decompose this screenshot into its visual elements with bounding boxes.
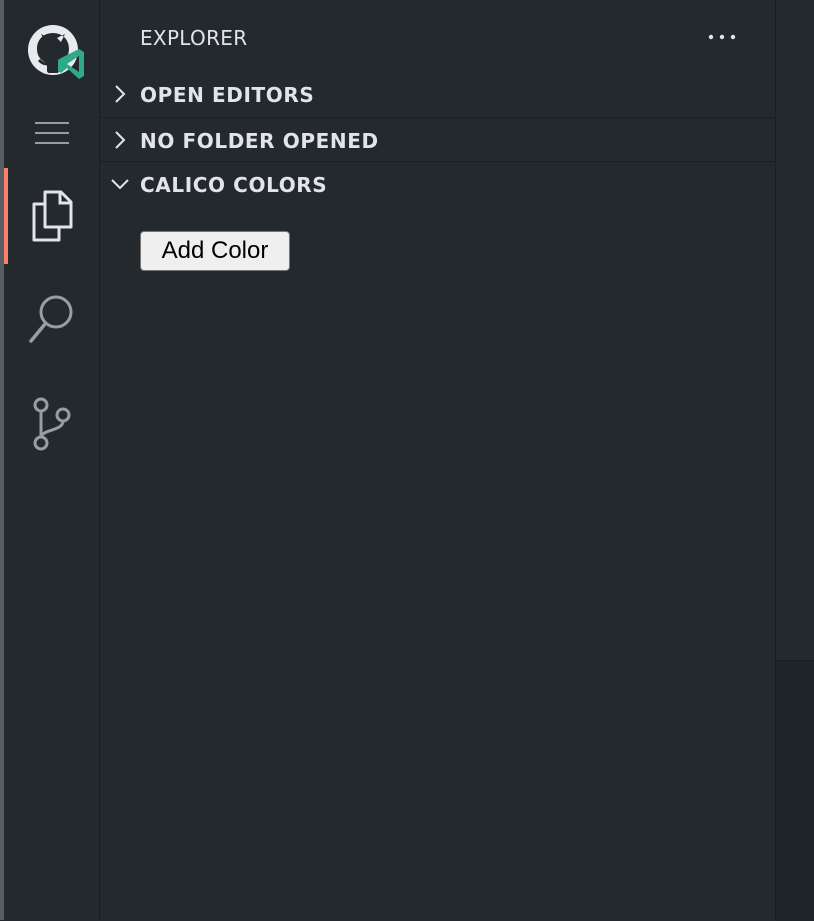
section-label: NO FOLDER OPENED [140,129,379,153]
section-calico-colors[interactable]: CALICO COLORS [100,161,775,206]
section-no-folder-opened[interactable]: NO FOLDER OPENED [100,117,775,162]
add-color-button[interactable]: Add Color [140,231,290,271]
panel-area [776,660,814,921]
explorer-sidebar: EXPLORER OPEN EDITORS NO FOLDER OPENED C… [100,0,775,920]
files-icon [32,190,72,242]
search-icon [28,295,72,343]
more-actions-icon[interactable] [706,28,738,46]
chevron-right-icon [115,85,126,103]
github-vscode-logo-icon[interactable] [27,24,87,84]
section-label: CALICO COLORS [140,173,328,197]
activity-explorer[interactable] [4,168,99,264]
editor-area [776,0,814,660]
source-control-icon [33,397,70,451]
activity-search[interactable] [4,272,99,368]
activity-bar [4,0,99,920]
activity-source-control[interactable] [4,376,99,472]
menu-icon[interactable] [35,120,71,148]
chevron-right-icon [115,131,126,149]
section-label: OPEN EDITORS [140,83,315,107]
section-open-editors[interactable]: OPEN EDITORS [100,72,775,116]
sidebar-title: EXPLORER [140,26,248,50]
chevron-down-icon [111,179,129,190]
